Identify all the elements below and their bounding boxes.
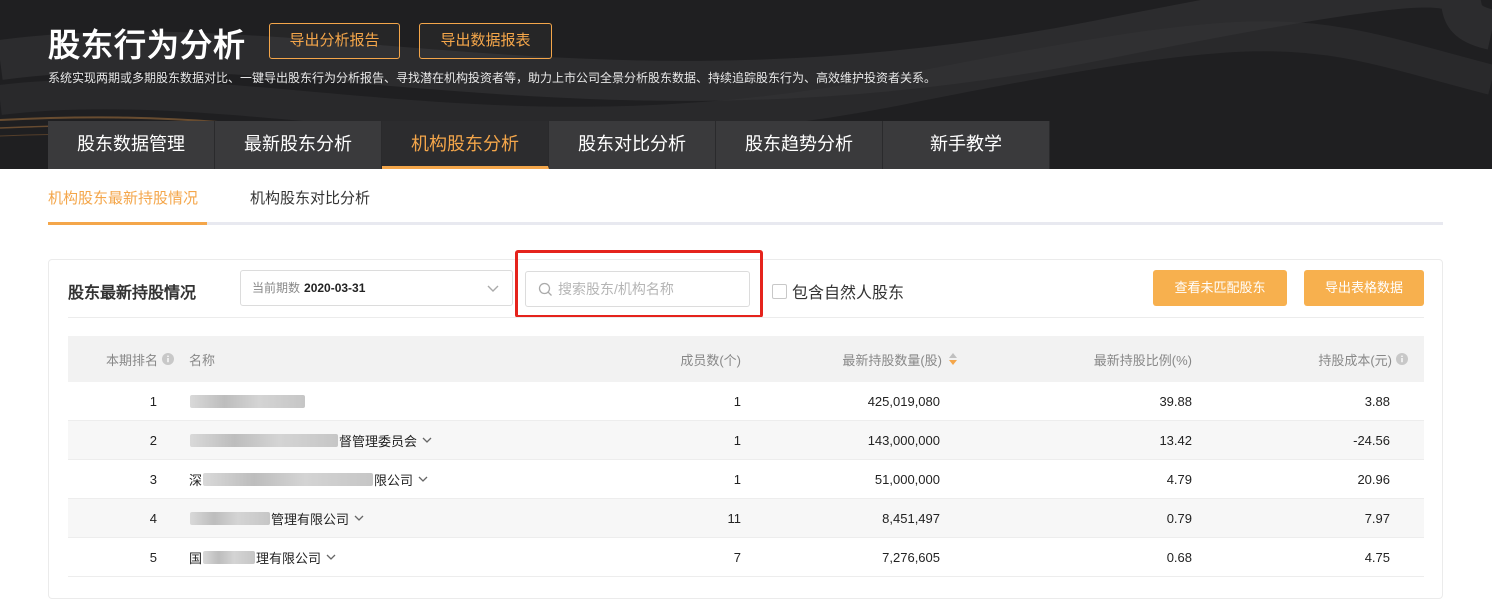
row-name: 深 限公司 (189, 460, 629, 498)
row-name: 管理有限公司 (189, 499, 629, 537)
table-row[interactable]: 3 深 限公司 1 51,000,000 4.79 20.96 (68, 460, 1424, 499)
info-icon[interactable] (162, 353, 174, 365)
natural-person-checkbox-wrap[interactable]: 包含自然人股东 (772, 279, 904, 303)
chevron-down-icon[interactable] (417, 473, 429, 485)
row-cost: 20.96 (1357, 471, 1390, 487)
row-members: 1 (733, 471, 741, 487)
row-cost: -24.56 (1353, 432, 1390, 448)
period-prefix: 当前期数 (252, 281, 301, 295)
row-ratio: 39.88 (1159, 393, 1192, 409)
tab-institution-shareholder[interactable]: 机构股东分析 (382, 121, 549, 169)
page-header: 股东行为分析 导出分析报告 导出数据报表 系统实现两期或多期股东数据对比、一键导… (0, 0, 1492, 169)
header-name: 名称 (189, 352, 216, 368)
row-ratio: 4.79 (1166, 471, 1192, 487)
natural-person-label: 包含自然人股东 (792, 285, 905, 302)
row-name-visible: 国 (189, 550, 203, 566)
header-ratio: 最新持股比例(%) (1093, 352, 1192, 368)
period-value: 2020-03-31 (304, 281, 366, 295)
search-icon (538, 282, 552, 296)
row-name: 督管理委员会 (189, 421, 629, 459)
chevron-down-icon[interactable] (353, 512, 365, 524)
row-qty: 7,276,605 (882, 549, 940, 565)
row-rank: 5 (149, 549, 157, 565)
holdings-table: 本期排名 名称 成员数(个) 最新持股数量(股) 最新持股比例(%) 持股成本(… (68, 336, 1424, 577)
row-qty: 51,000,000 (874, 471, 940, 487)
row-rank: 2 (149, 432, 157, 448)
chevron-down-icon[interactable] (421, 434, 433, 446)
export-report-button[interactable]: 导出分析报告 (269, 23, 400, 59)
row-ratio: 0.68 (1166, 549, 1192, 565)
holdings-panel: 股东最新持股情况 当前期数2020-03-31 包含自然人股东 查看未匹配股东 … (48, 250, 1443, 599)
export-table-button[interactable]: 导出表格数据 (1304, 270, 1424, 306)
period-select[interactable]: 当前期数 2020-03-31 (240, 270, 513, 306)
header-members: 成员数(个) (680, 352, 741, 368)
table-row[interactable]: 4 管理有限公司 11 8,451,497 0.79 7.97 (68, 499, 1424, 538)
panel-title: 股东最新持股情况 (68, 285, 197, 302)
row-members: 7 (733, 549, 741, 565)
header-qty[interactable]: 最新持股数量(股) (768, 336, 958, 382)
redacted-text (190, 511, 270, 525)
table-row[interactable]: 5 国 理有限公司 7 7,276,605 0.68 4.75 (68, 538, 1424, 577)
search-input[interactable] (558, 278, 743, 300)
row-rank: 1 (149, 393, 157, 409)
header-rank: 本期排名 (68, 336, 174, 382)
row-ratio: 0.79 (1166, 510, 1192, 526)
row-name-suffix: 理有限公司 (256, 550, 322, 566)
divider (68, 317, 1424, 318)
redacted-text (190, 433, 338, 447)
table-row[interactable]: 2 督管理委员会 1 143,000,000 13.42 -24.56 (68, 421, 1424, 460)
redacted-text (203, 472, 374, 486)
row-rank: 4 (149, 510, 157, 526)
row-qty: 8,451,497 (882, 510, 940, 526)
row-name: 国 理有限公司 (189, 538, 629, 576)
tab-tutorial[interactable]: 新手教学 (883, 121, 1050, 169)
search-input-box[interactable] (525, 271, 750, 307)
row-members: 11 (727, 510, 742, 526)
header-cost-label: 持股成本(元) (1318, 352, 1392, 368)
view-unmatched-button[interactable]: 查看未匹配股东 (1153, 270, 1287, 306)
row-name-visible: 管理有限公司 (271, 511, 350, 527)
header-rank-label: 本期排名 (105, 352, 158, 368)
header-qty-label: 最新持股数量(股) (842, 352, 942, 368)
redacted-text (203, 550, 256, 564)
redacted-text (190, 394, 305, 408)
row-cost: 7.97 (1364, 510, 1390, 526)
row-qty: 143,000,000 (867, 432, 940, 448)
chevron-down-icon (487, 285, 499, 292)
table-header: 本期排名 名称 成员数(个) 最新持股数量(股) 最新持股比例(%) 持股成本(… (68, 336, 1424, 382)
row-members: 1 (733, 393, 741, 409)
row-cost: 4.75 (1364, 549, 1390, 565)
row-name-suffix: 限公司 (374, 472, 414, 488)
tab-shareholder-trend[interactable]: 股东趋势分析 (716, 121, 883, 169)
row-rank: 3 (149, 471, 157, 487)
row-members: 1 (733, 432, 741, 448)
export-data-button[interactable]: 导出数据报表 (419, 23, 552, 59)
info-icon[interactable] (1396, 353, 1408, 365)
natural-person-checkbox[interactable] (772, 283, 787, 299)
row-ratio: 13.42 (1159, 432, 1192, 448)
subtab-institution-compare[interactable]: 机构股东对比分析 (250, 187, 370, 225)
row-name-visible: 督管理委员会 (339, 433, 418, 449)
row-qty: 425,019,080 (867, 393, 940, 409)
page-title: 股东行为分析 (48, 27, 247, 63)
table-row[interactable]: 1 1 425,019,080 39.88 3.88 (68, 382, 1424, 421)
page-description: 系统实现两期或多期股东数据对比、一键导出股东行为分析报告、寻找潜在机构投资者等，… (48, 71, 937, 85)
main-tab-bar: 股东数据管理 最新股东分析 机构股东分析 股东对比分析 股东趋势分析 新手教学 (48, 121, 1050, 169)
tab-shareholder-data[interactable]: 股东数据管理 (48, 121, 215, 169)
row-cost: 3.88 (1364, 393, 1390, 409)
header-cost: 持股成本(元) (1218, 336, 1408, 382)
tab-shareholder-compare[interactable]: 股东对比分析 (549, 121, 716, 169)
chevron-down-icon[interactable] (325, 551, 337, 563)
row-name (189, 382, 629, 420)
sub-tab-bar: 机构股东最新持股情况 机构股东对比分析 (48, 181, 1443, 225)
row-name-visible: 深 (189, 472, 203, 488)
sort-icon[interactable] (948, 352, 958, 366)
tab-latest-shareholder[interactable]: 最新股东分析 (215, 121, 382, 169)
subtab-latest-holdings[interactable]: 机构股东最新持股情况 (48, 187, 207, 225)
